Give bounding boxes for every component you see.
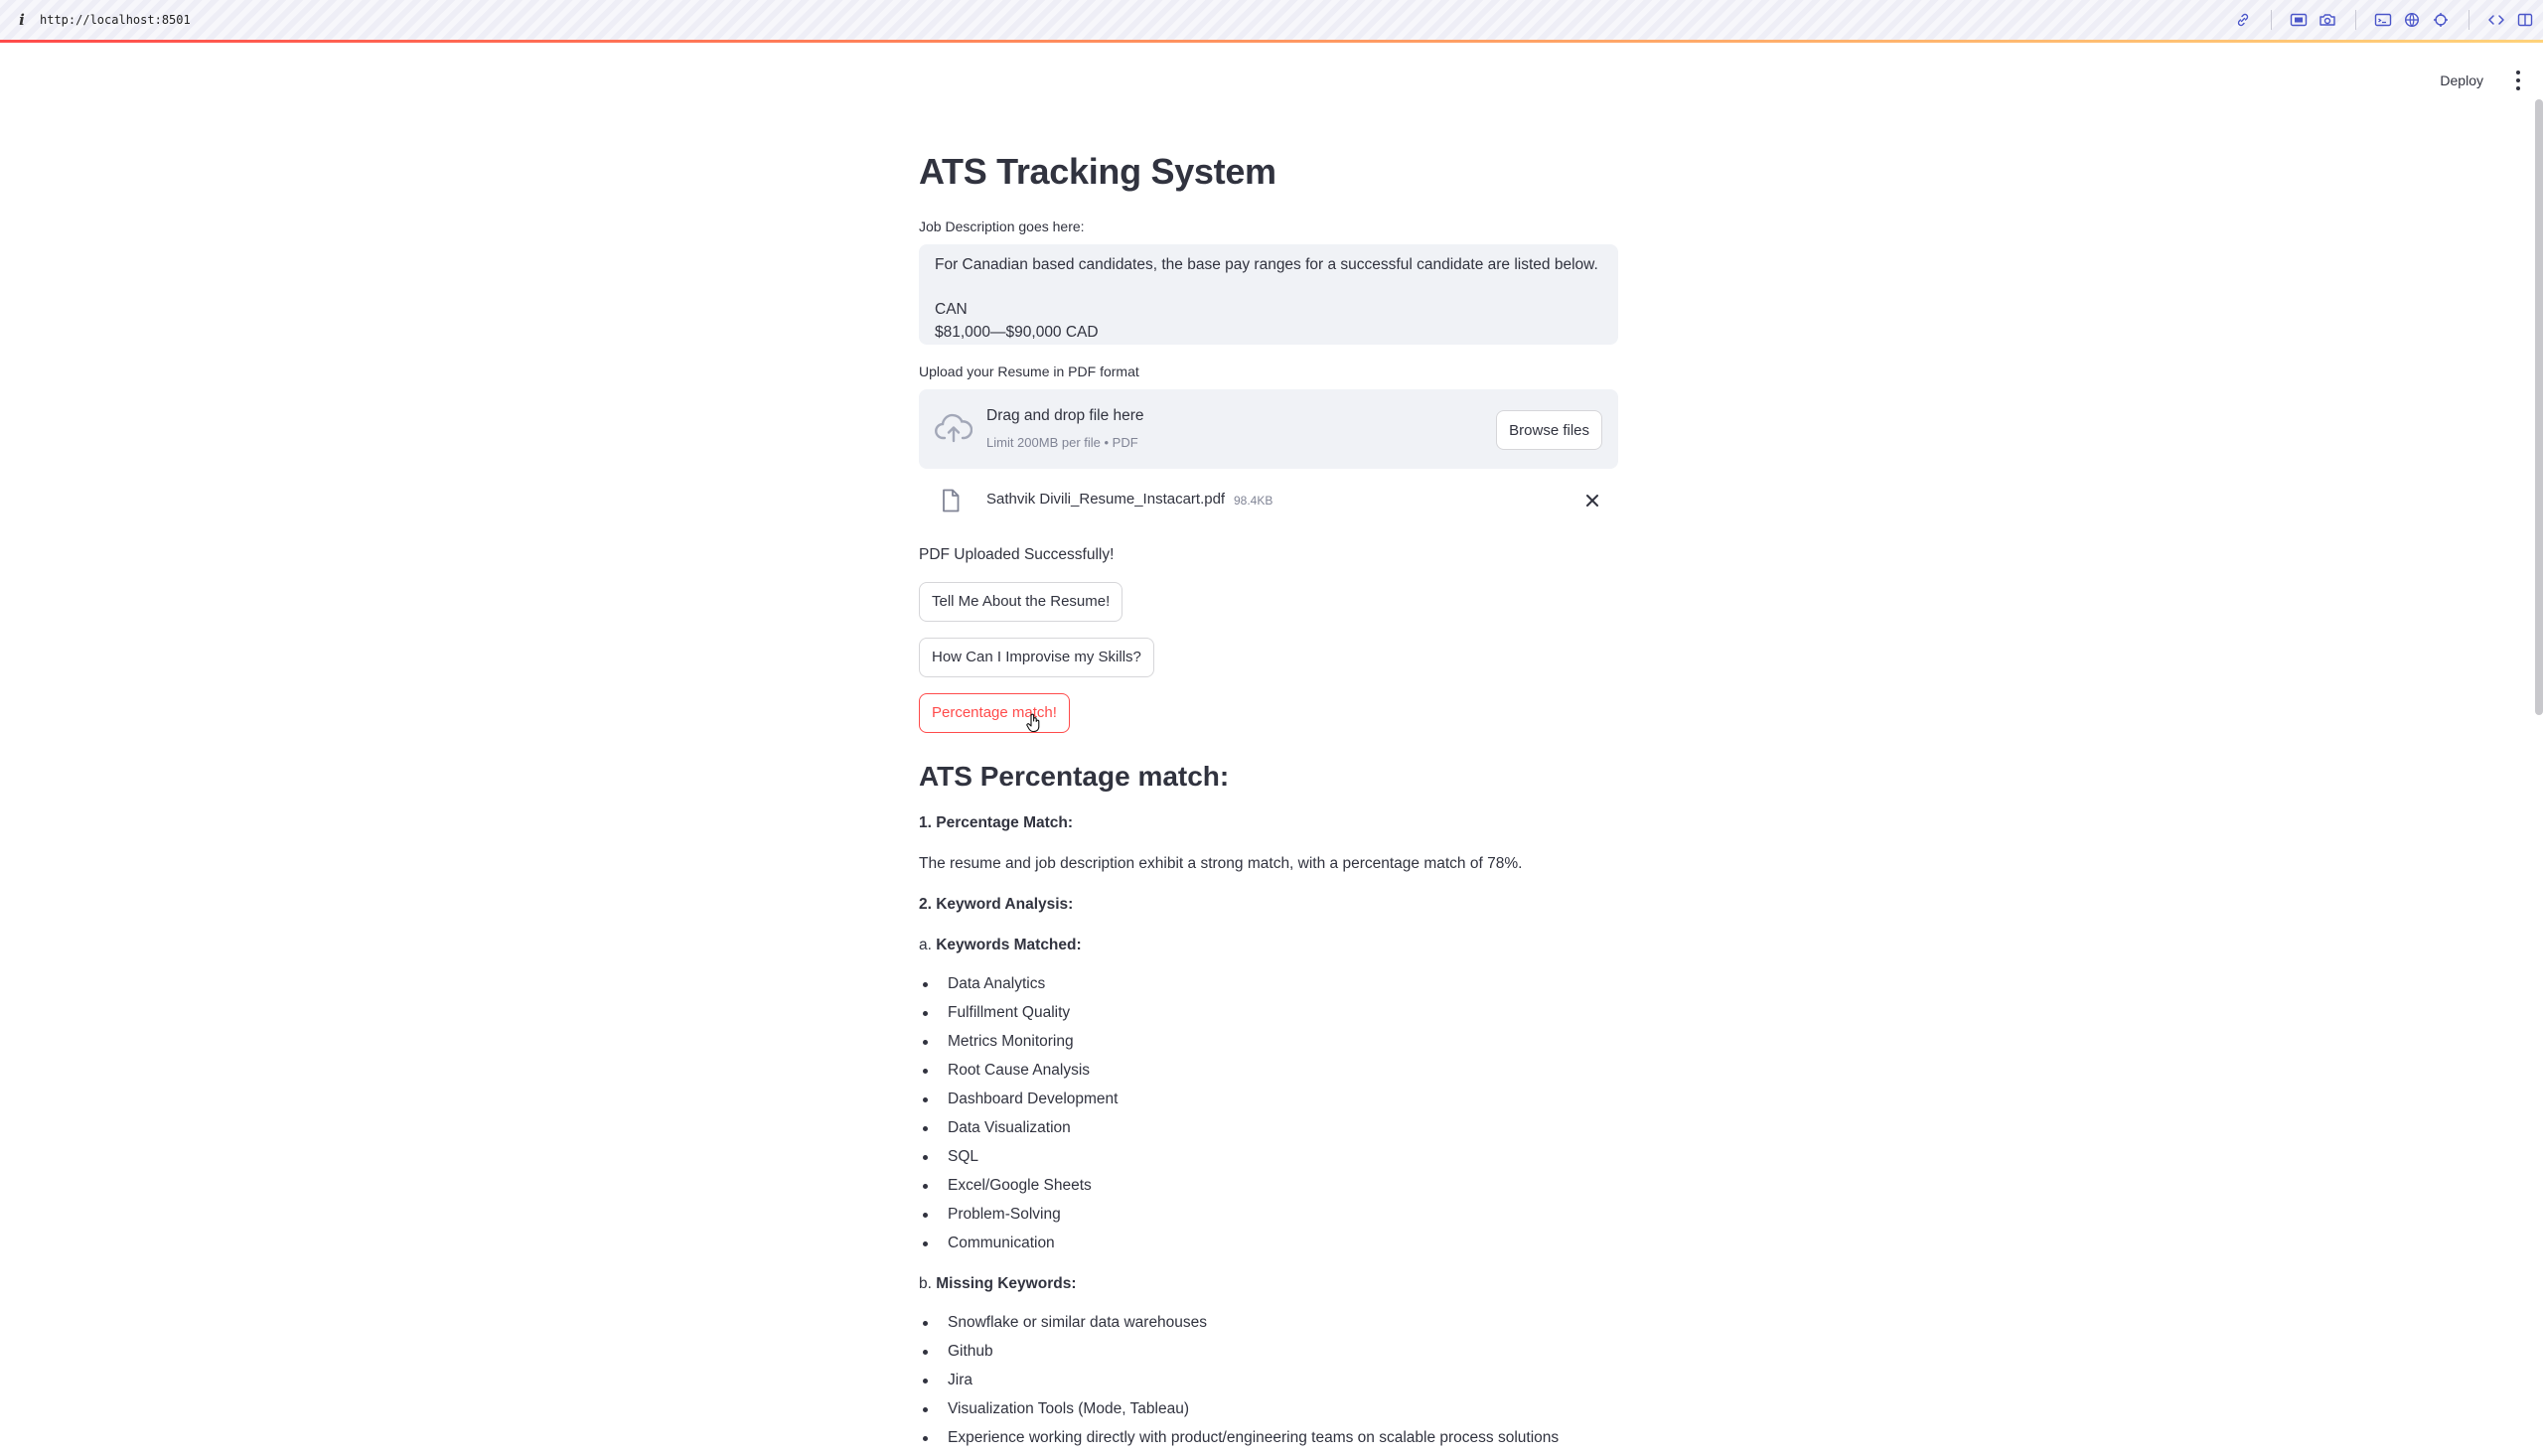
list-item: Snowflake or similar data warehouses [919, 1312, 1618, 1341]
browser-tools [2224, 0, 2543, 40]
job-description-textarea[interactable]: For Canadian based candidates, the base … [919, 244, 1618, 345]
keywords-matched-title: a. Keywords Matched: [919, 937, 1082, 953]
app-header: Deploy [0, 43, 2543, 106]
toolbar-divider [2468, 10, 2469, 30]
uploaded-file-name: Sathvik Divili_Resume_Instacart.pdf [986, 491, 1226, 508]
file-icon [941, 489, 961, 517]
globe-icon[interactable] [2402, 10, 2422, 30]
tell-me-about-resume-button[interactable]: Tell Me About the Resume! [919, 582, 1123, 622]
job-description-label: Job Description goes here: [919, 218, 1085, 234]
main-content: ATS Tracking System Job Description goes… [919, 147, 1618, 1456]
upload-label: Upload your Resume in PDF format [919, 364, 1139, 379]
missing-keywords-list: Snowflake or similar data warehouses Git… [919, 1312, 1618, 1456]
toolbar-divider [2271, 10, 2272, 30]
uploaded-file-row: Sathvik Divili_Resume_Instacart.pdf 98.4… [919, 481, 1618, 520]
page-title: ATS Tracking System [919, 151, 1276, 192]
list-item: Metrics Monitoring [919, 1031, 1618, 1060]
dropzone-limit-text: Limit 200MB per file • PDF [986, 435, 1138, 450]
hand-cursor-icon [1026, 713, 1042, 738]
missing-keywords-title: b. Missing Keywords: [919, 1275, 1077, 1292]
terminal-icon[interactable] [2373, 10, 2393, 30]
main-menu-icon[interactable] [2513, 65, 2523, 96]
list-item: Dashboard Development [919, 1089, 1618, 1117]
camera-icon[interactable] [2318, 10, 2337, 30]
list-item: Communication [919, 1233, 1618, 1261]
list-item: Github [919, 1341, 1618, 1370]
screenshot-icon[interactable] [2289, 10, 2309, 30]
improve-skills-button[interactable]: How Can I Improvise my Skills? [919, 638, 1154, 677]
list-item: SQL [919, 1146, 1618, 1175]
list-item: Experience working directly with product… [919, 1427, 1618, 1456]
code-icon[interactable] [2486, 10, 2506, 30]
percentage-match-button[interactable]: Percentage match! [919, 693, 1070, 733]
info-icon[interactable]: i [14, 12, 30, 28]
crosshair-icon[interactable] [2431, 10, 2451, 30]
upload-status-text: PDF Uploaded Successfully! [919, 546, 1115, 563]
url-text[interactable]: http://localhost:8501 [40, 13, 191, 27]
dropzone-title: Drag and drop file here [986, 407, 1144, 424]
list-item: Problem-Solving [919, 1204, 1618, 1233]
list-item: Data Visualization [919, 1117, 1618, 1146]
uploaded-file-size: 98.4KB [1234, 494, 1273, 508]
sidebar-toggle-icon[interactable] [2515, 10, 2535, 30]
section-keyword-analysis-title: 2. Keyword Analysis: [919, 896, 1074, 913]
browser-address-bar: i http://localhost:8501 [0, 0, 2543, 40]
result-heading: ATS Percentage match: [919, 761, 1230, 792]
cloud-upload-icon [935, 411, 973, 450]
job-description-text[interactable]: For Canadian based candidates, the base … [935, 254, 1602, 344]
keywords-matched-list: Data Analytics Fulfillment Quality Metri… [919, 973, 1618, 1261]
remove-file-icon[interactable] [1582, 491, 1602, 510]
link-icon[interactable] [2233, 10, 2253, 30]
browse-files-button[interactable]: Browse files [1496, 410, 1602, 450]
list-item: Root Cause Analysis [919, 1060, 1618, 1089]
section-percentage-match-title: 1. Percentage Match: [919, 814, 1074, 831]
list-item: Jira [919, 1370, 1618, 1398]
list-item: Fulfillment Quality [919, 1002, 1618, 1031]
file-dropzone[interactable]: Drag and drop file here Limit 200MB per … [919, 389, 1618, 469]
list-item: Data Analytics [919, 973, 1618, 1002]
deploy-button[interactable]: Deploy [2430, 63, 2493, 98]
percentage-match-text: The resume and job description exhibit a… [919, 855, 1523, 872]
toolbar-divider [2355, 10, 2356, 30]
list-item: Excel/Google Sheets [919, 1175, 1618, 1204]
result-section: ATS Percentage match: 1. Percentage Matc… [919, 757, 1618, 1456]
scrollbar[interactable] [2535, 99, 2543, 715]
list-item: Visualization Tools (Mode, Tableau) [919, 1398, 1618, 1427]
